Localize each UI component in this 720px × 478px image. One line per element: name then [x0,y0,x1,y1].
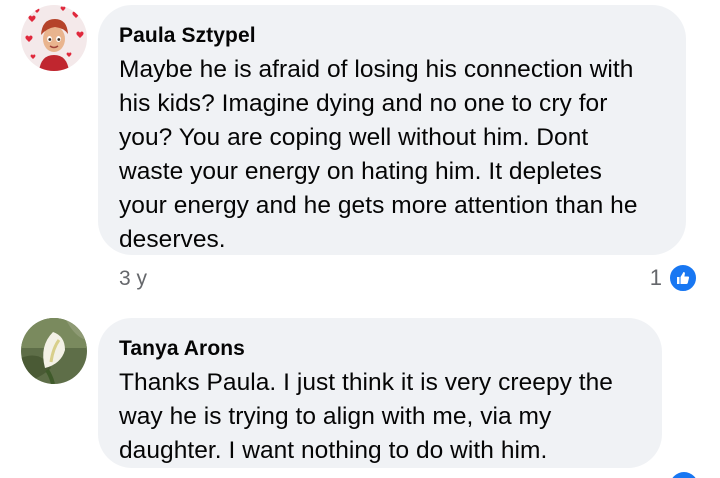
comment-author[interactable]: Tanya Arons [119,336,640,362]
comment-line: deserves. [119,226,226,253]
thumbs-up-icon [670,472,698,478]
comment-line: Thanks Paula. I just think it is very cr… [119,369,613,396]
avatar[interactable] [21,5,87,71]
comment-bubble: Paula Sztypel Maybe he is afraid of losi… [98,5,686,255]
comment-line: your energy and he gets more attention t… [119,192,638,219]
cartoon-avatar-icon [21,5,87,71]
avatar[interactable] [21,318,87,384]
comments-thread: Paula Sztypel Maybe he is afraid of losi… [0,0,720,478]
comment-bubble: Tanya Arons Thanks Paula. I just think i… [98,318,662,468]
comment-line: way he is trying to align with me, via m… [119,403,552,430]
comment-text: Thanks Paula. I just think it is very cr… [119,366,640,468]
reaction-summary[interactable]: 1 [650,263,698,293]
comment-line: you? You are coping well without him. Do… [119,124,589,151]
comment-author[interactable]: Paula Sztypel [119,23,664,49]
reaction-count: 1 [649,265,662,290]
comment-text: Maybe he is afraid of losing his connect… [119,53,664,257]
comment-line: Maybe he is afraid of losing his connect… [119,56,634,83]
comment-line: his kids? Imagine dying and no one to cr… [119,90,608,117]
thumbs-up-icon [668,263,698,293]
comment-timestamp[interactable]: 3 y [119,267,147,291]
comment-line: daughter. I want nothing to do with him. [119,437,548,464]
comment-line: waste your energy on hating him. It depl… [119,158,602,185]
calla-lily-photo-icon [21,318,87,384]
